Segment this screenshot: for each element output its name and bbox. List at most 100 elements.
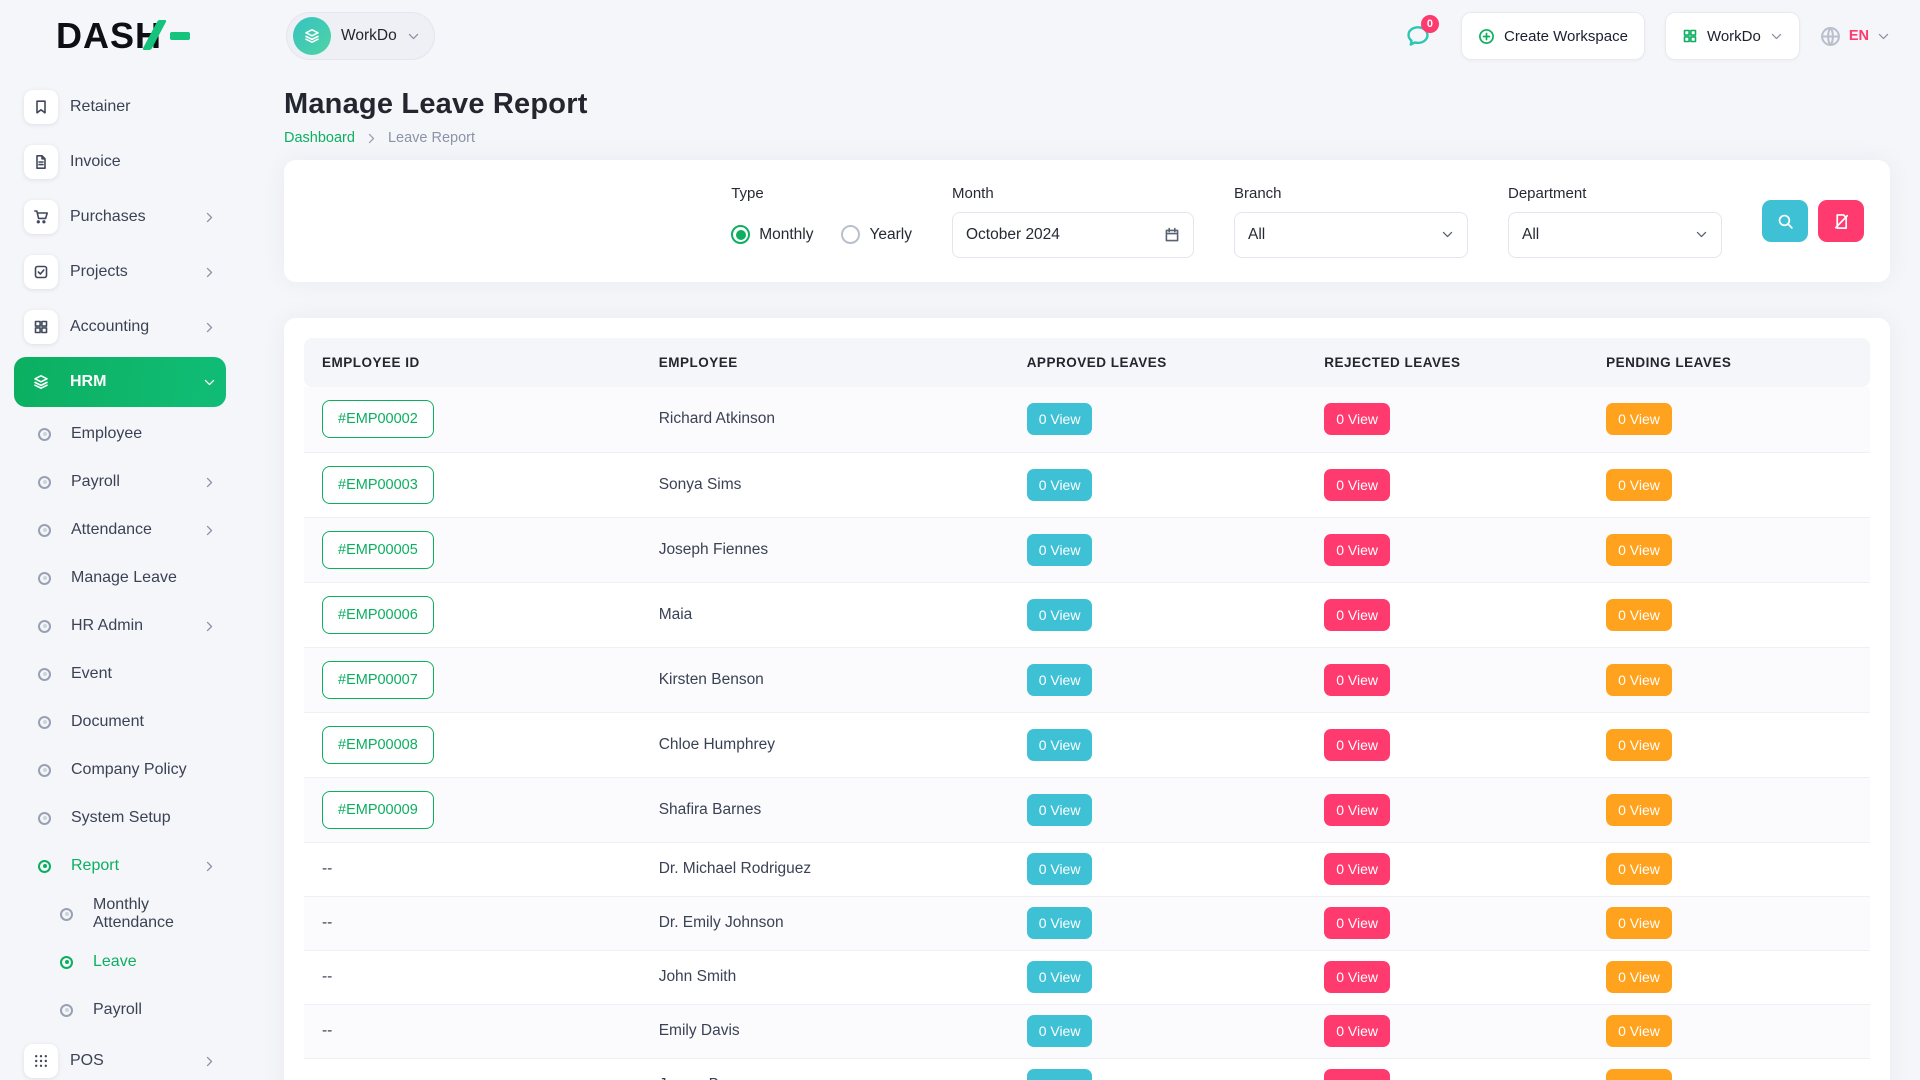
create-workspace-button[interactable]: Create Workspace <box>1461 12 1645 60</box>
rejected-leaves-view-badge[interactable]: 0 View <box>1324 1015 1390 1047</box>
pending-leaves-view-badge[interactable]: 0 View <box>1606 403 1672 435</box>
pending-leaves-view-badge[interactable]: 0 View <box>1606 599 1672 631</box>
pending-leaves-view-badge[interactable]: 0 View <box>1606 534 1672 566</box>
sidebar-item-projects[interactable]: Projects <box>14 247 226 297</box>
sidebar-item-report[interactable]: Report <box>14 844 226 888</box>
workspace-name: WorkDo <box>341 27 397 45</box>
brand-logo[interactable]: DASH <box>0 15 240 57</box>
pending-leaves-view-badge[interactable]: 0 View <box>1606 853 1672 885</box>
circle-bullet-icon <box>38 620 51 633</box>
rejected-leaves-view-badge[interactable]: 0 View <box>1324 729 1390 761</box>
approved-leaves-view-badge[interactable]: 0 View <box>1027 599 1093 631</box>
approved-leaves-view-badge[interactable]: 0 View <box>1027 664 1093 696</box>
approved-leaves-view-badge[interactable]: 0 View <box>1027 1069 1093 1080</box>
sidebar-item-monthly-attendance[interactable]: Monthly Attendance <box>14 892 226 936</box>
month-value: October 2024 <box>966 226 1060 244</box>
approved-leaves-view-badge[interactable]: 0 View <box>1027 1015 1093 1047</box>
sidebar-item-attendance[interactable]: Attendance <box>14 508 226 552</box>
month-input[interactable]: October 2024 <box>952 212 1194 258</box>
pending-leaves-view-badge[interactable]: 0 View <box>1606 1015 1672 1047</box>
sidebar-item-purchases[interactable]: Purchases <box>14 192 226 242</box>
rejected-leaves-view-badge[interactable]: 0 View <box>1324 534 1390 566</box>
sidebar-item-pos[interactable]: POS <box>14 1036 226 1080</box>
table-row: #EMP00005Joseph Fiennes0 View0 View0 Vie… <box>304 517 1870 582</box>
sidebar-item-accounting[interactable]: Accounting <box>14 302 226 352</box>
sidebar-item-retainer[interactable]: Retainer <box>14 82 226 132</box>
employee-name: Dr. Emily Johnson <box>659 914 784 931</box>
breadcrumb-dashboard-link[interactable]: Dashboard <box>284 130 355 146</box>
grid-icon <box>24 310 58 344</box>
pending-leaves-view-badge[interactable]: 0 View <box>1606 961 1672 993</box>
pending-leaves-view-badge[interactable]: 0 View <box>1606 664 1672 696</box>
rejected-leaves-view-badge[interactable]: 0 View <box>1324 961 1390 993</box>
pos-icon <box>24 1044 58 1078</box>
rejected-leaves-view-badge[interactable]: 0 View <box>1324 664 1390 696</box>
approved-leaves-view-badge[interactable]: 0 View <box>1027 907 1093 939</box>
sidebar-item-leave[interactable]: Leave <box>14 940 226 984</box>
workspace-switcher[interactable]: WorkDo <box>286 12 435 60</box>
month-label: Month <box>952 185 1194 202</box>
grid-icon <box>1682 28 1698 44</box>
rejected-leaves-view-badge[interactable]: 0 View <box>1324 794 1390 826</box>
department-value: All <box>1522 226 1539 244</box>
rejected-leaves-view-badge[interactable]: 0 View <box>1324 599 1390 631</box>
radio-dot-icon <box>731 225 750 244</box>
table-row: #EMP00009 Shafira Barnes 0 View 0 View 0 Vie… <box>304 777 1870 842</box>
approved-leaves-view-badge[interactable]: 0 View <box>1027 794 1093 826</box>
sidebar-item-payroll[interactable]: Payroll <box>14 988 226 1032</box>
branch-select[interactable]: All <box>1234 212 1468 258</box>
messages-button[interactable]: 0 <box>1395 13 1441 59</box>
branch-label: Branch <box>1234 185 1468 202</box>
employee-id-badge[interactable]: #EMP00006 <box>322 596 434 634</box>
approved-leaves-view-badge[interactable]: 0 View <box>1027 403 1093 435</box>
apps-dropdown[interactable]: WorkDo <box>1665 12 1800 60</box>
rejected-leaves-view-badge[interactable]: 0 View <box>1324 469 1390 501</box>
sidebar-item-document[interactable]: Document <box>14 700 226 744</box>
circle-bullet-icon <box>38 572 51 585</box>
pending-leaves-view-badge[interactable]: 0 View <box>1606 794 1672 826</box>
monthly-radio[interactable]: Monthly <box>731 225 813 244</box>
rejected-leaves-view-badge[interactable]: 0 View <box>1324 853 1390 885</box>
employee-id-text: -- <box>322 1076 332 1080</box>
rejected-leaves-view-badge[interactable]: 0 View <box>1324 1069 1390 1080</box>
employee-id-badge[interactable]: #EMP00002 <box>322 400 434 438</box>
employee-id-badge[interactable]: #EMP00008 <box>322 726 434 764</box>
circle-bullet-icon <box>60 956 73 969</box>
sidebar-item-company-policy[interactable]: Company Policy <box>14 748 226 792</box>
reset-filter-button[interactable] <box>1818 200 1864 242</box>
approved-leaves-view-badge[interactable]: 0 View <box>1027 961 1093 993</box>
employee-id-badge[interactable]: #EMP00005 <box>322 531 434 569</box>
rejected-leaves-view-badge[interactable]: 0 View <box>1324 403 1390 435</box>
leave-report-table-card: Employee IdEmployeeApproved LeavesReject… <box>284 318 1890 1080</box>
sidebar-item-payroll[interactable]: Payroll <box>14 460 226 504</box>
employee-id-badge[interactable]: #EMP00009 <box>322 791 434 829</box>
sidebar-item-employee[interactable]: Employee <box>14 412 226 456</box>
pending-leaves-view-badge[interactable]: 0 View <box>1606 729 1672 761</box>
sidebar-item-label: Leave <box>93 953 137 971</box>
branch-value: All <box>1248 226 1265 244</box>
employee-id-badge[interactable]: #EMP00003 <box>322 466 434 504</box>
sidebar-item-system-setup[interactable]: System Setup <box>14 796 226 840</box>
rejected-leaves-view-badge[interactable]: 0 View <box>1324 907 1390 939</box>
sidebar-item-manage-leave[interactable]: Manage Leave <box>14 556 226 600</box>
pending-leaves-view-badge[interactable]: 0 View <box>1606 469 1672 501</box>
search-button[interactable] <box>1762 200 1808 242</box>
employee-id-badge[interactable]: #EMP00007 <box>322 661 434 699</box>
approved-leaves-view-badge[interactable]: 0 View <box>1027 534 1093 566</box>
sidebar-item-hrm[interactable]: HRM <box>14 357 226 407</box>
approved-leaves-view-badge[interactable]: 0 View <box>1027 469 1093 501</box>
month-filter-group: Month October 2024 <box>952 185 1194 258</box>
pending-leaves-view-badge[interactable]: 0 View <box>1606 907 1672 939</box>
department-select[interactable]: All <box>1508 212 1722 258</box>
employee-name: Shafira Barnes <box>659 801 762 818</box>
language-selector[interactable]: EN <box>1820 26 1890 47</box>
pending-leaves-view-badge[interactable]: 0 View <box>1606 1069 1672 1080</box>
sidebar-item-invoice[interactable]: Invoice <box>14 137 226 187</box>
approved-leaves-view-badge[interactable]: 0 View <box>1027 853 1093 885</box>
sidebar-nav: RetainerInvoicePurchasesProjectsAccounti… <box>14 82 226 1080</box>
approved-leaves-view-badge[interactable]: 0 View <box>1027 729 1093 761</box>
yearly-radio[interactable]: Yearly <box>841 225 912 244</box>
column-header-employee-id: Employee Id <box>304 338 641 387</box>
sidebar-item-hr-admin[interactable]: HR Admin <box>14 604 226 648</box>
sidebar-item-event[interactable]: Event <box>14 652 226 696</box>
